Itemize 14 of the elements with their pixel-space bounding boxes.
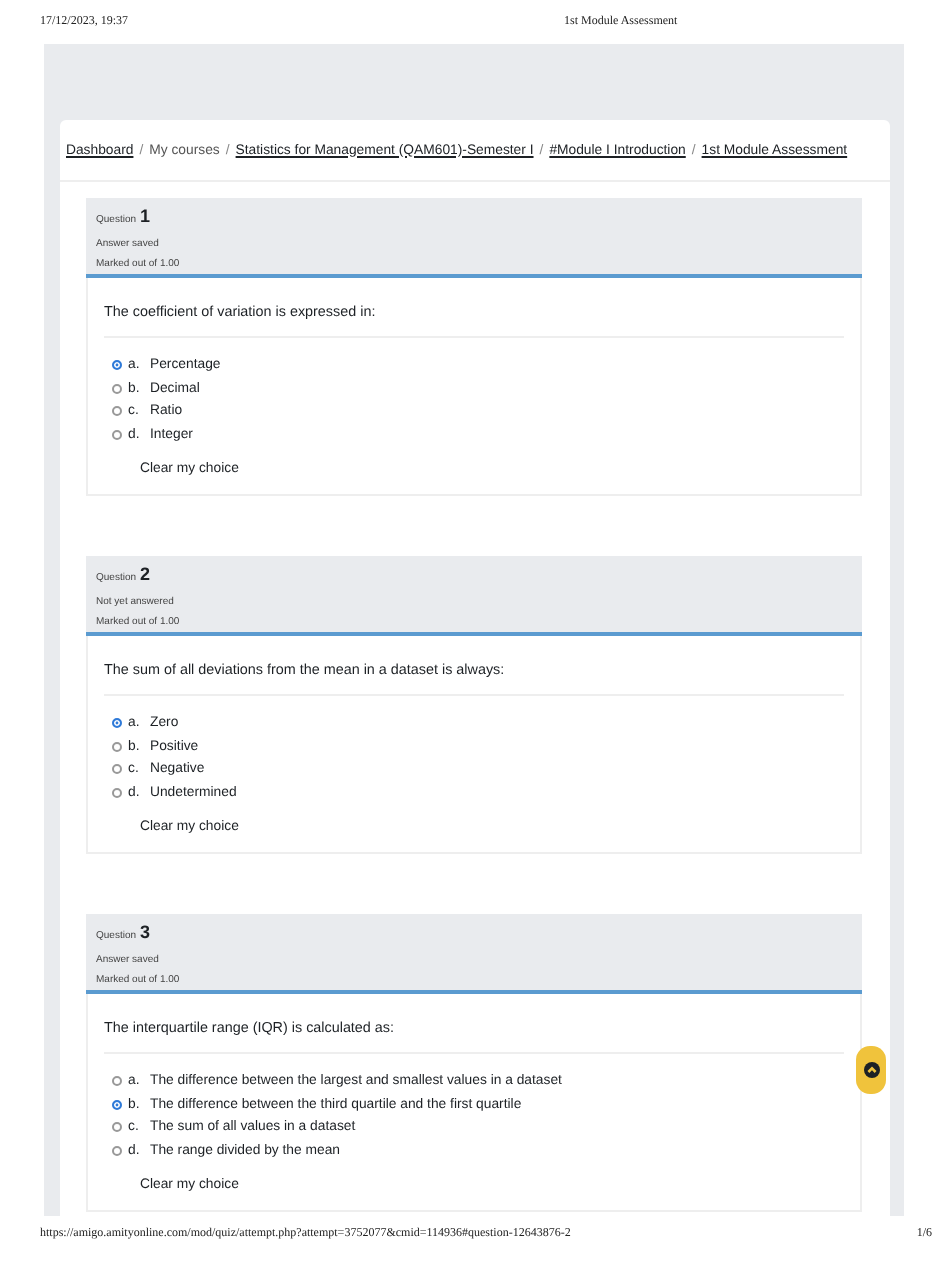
radio-button[interactable] — [112, 383, 122, 394]
radio-button[interactable] — [112, 1122, 122, 1133]
radio-button[interactable] — [112, 718, 122, 729]
radio-button[interactable] — [112, 741, 122, 752]
chevron-up-icon — [863, 1062, 879, 1078]
scroll-top-button[interactable] — [856, 1046, 886, 1094]
radio-button[interactable] — [112, 1099, 122, 1110]
radio-button[interactable] — [112, 1076, 122, 1087]
radio-button[interactable] — [112, 1145, 122, 1156]
radio-button[interactable] — [112, 360, 122, 371]
radio-button[interactable] — [112, 764, 122, 775]
radio-button[interactable] — [112, 787, 122, 798]
radio-button[interactable] — [112, 406, 122, 417]
radio-button[interactable] — [112, 429, 122, 440]
